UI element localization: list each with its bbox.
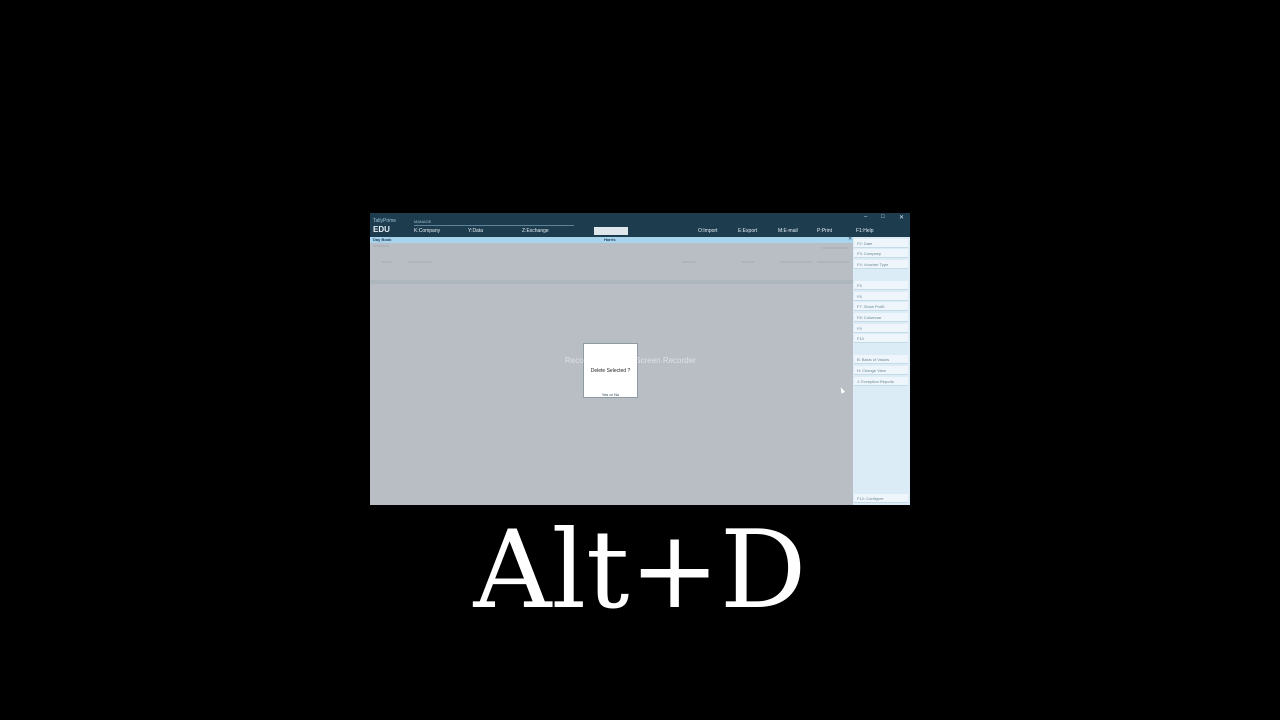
- goto-button[interactable]: [594, 227, 628, 235]
- right-button-panel: F2: Date F3: Company F4: Voucher Type F5…: [853, 237, 910, 505]
- manage-label: MANAGE: [414, 219, 432, 224]
- menu-data[interactable]: Y:Data: [468, 228, 483, 234]
- maximize-icon[interactable]: □: [881, 214, 885, 220]
- tally-window: TallyPrime EDU MANAGE K:Company Y:Data Z…: [370, 213, 910, 505]
- mouse-cursor-icon: [838, 386, 846, 394]
- brand-edition: EDU: [373, 225, 390, 234]
- faded-vchno-header: [742, 261, 754, 263]
- manage-divider: [414, 225, 574, 226]
- side-button[interactable]: B: Basis of Values: [854, 355, 908, 364]
- side-button[interactable]: F9: [854, 324, 908, 333]
- table-header-strip: [370, 280, 853, 284]
- faded-date-range: [822, 247, 848, 249]
- menu-import[interactable]: O:Import: [698, 228, 717, 234]
- faded-credit-header: [817, 261, 849, 263]
- report-close-icon[interactable]: ✕: [848, 236, 852, 242]
- side-button[interactable]: F7: Show Profit: [854, 302, 908, 311]
- faded-company-line: [373, 245, 389, 247]
- menu-export[interactable]: E:Export: [738, 228, 757, 234]
- side-button[interactable]: F3: Company: [854, 249, 908, 258]
- company-name: Harris: [604, 237, 616, 242]
- menu-help[interactable]: F1:Help: [856, 228, 874, 234]
- configure-button[interactable]: F12: Configure: [854, 494, 908, 503]
- side-button[interactable]: F8: Columnar: [854, 313, 908, 322]
- yes-no-options[interactable]: Yes or No: [584, 392, 637, 397]
- report-header-bar: Day Book Harris ✕: [370, 236, 853, 243]
- side-button[interactable]: F2: Date: [854, 239, 908, 248]
- side-button[interactable]: F10: [854, 334, 908, 343]
- brand-name: TallyPrime: [373, 218, 397, 224]
- side-button[interactable]: F5: [854, 281, 908, 290]
- recorder-watermark: Recorded with iTop Screen Recorder: [565, 356, 696, 365]
- menu-email[interactable]: M:E-mail: [778, 228, 798, 234]
- shortcut-caption: Alt+D: [473, 508, 807, 633]
- report-title: Day Book: [373, 237, 392, 242]
- faded-vchtype-header: [682, 261, 696, 263]
- delete-confirm-dialog: Delete Selected ? Yes or No: [583, 343, 638, 398]
- side-button[interactable]: F6: [854, 292, 908, 301]
- menu-print[interactable]: P:Print: [817, 228, 832, 234]
- faded-debit-header: [780, 261, 812, 263]
- side-button[interactable]: F4: Voucher Type: [854, 260, 908, 269]
- close-icon[interactable]: ✕: [899, 214, 904, 221]
- side-button[interactable]: J: Exception Reports: [854, 377, 908, 386]
- menu-exchange[interactable]: Z:Exchange: [522, 228, 549, 234]
- menu-company[interactable]: K:Company: [414, 228, 440, 234]
- minimize-icon[interactable]: –: [864, 214, 867, 220]
- faded-date-header: [382, 261, 392, 263]
- faded-particulars-header: [408, 261, 432, 263]
- dialog-question: Delete Selected ?: [590, 368, 631, 374]
- title-bar: TallyPrime EDU MANAGE K:Company Y:Data Z…: [370, 213, 910, 237]
- side-button[interactable]: H: Change View: [854, 366, 908, 375]
